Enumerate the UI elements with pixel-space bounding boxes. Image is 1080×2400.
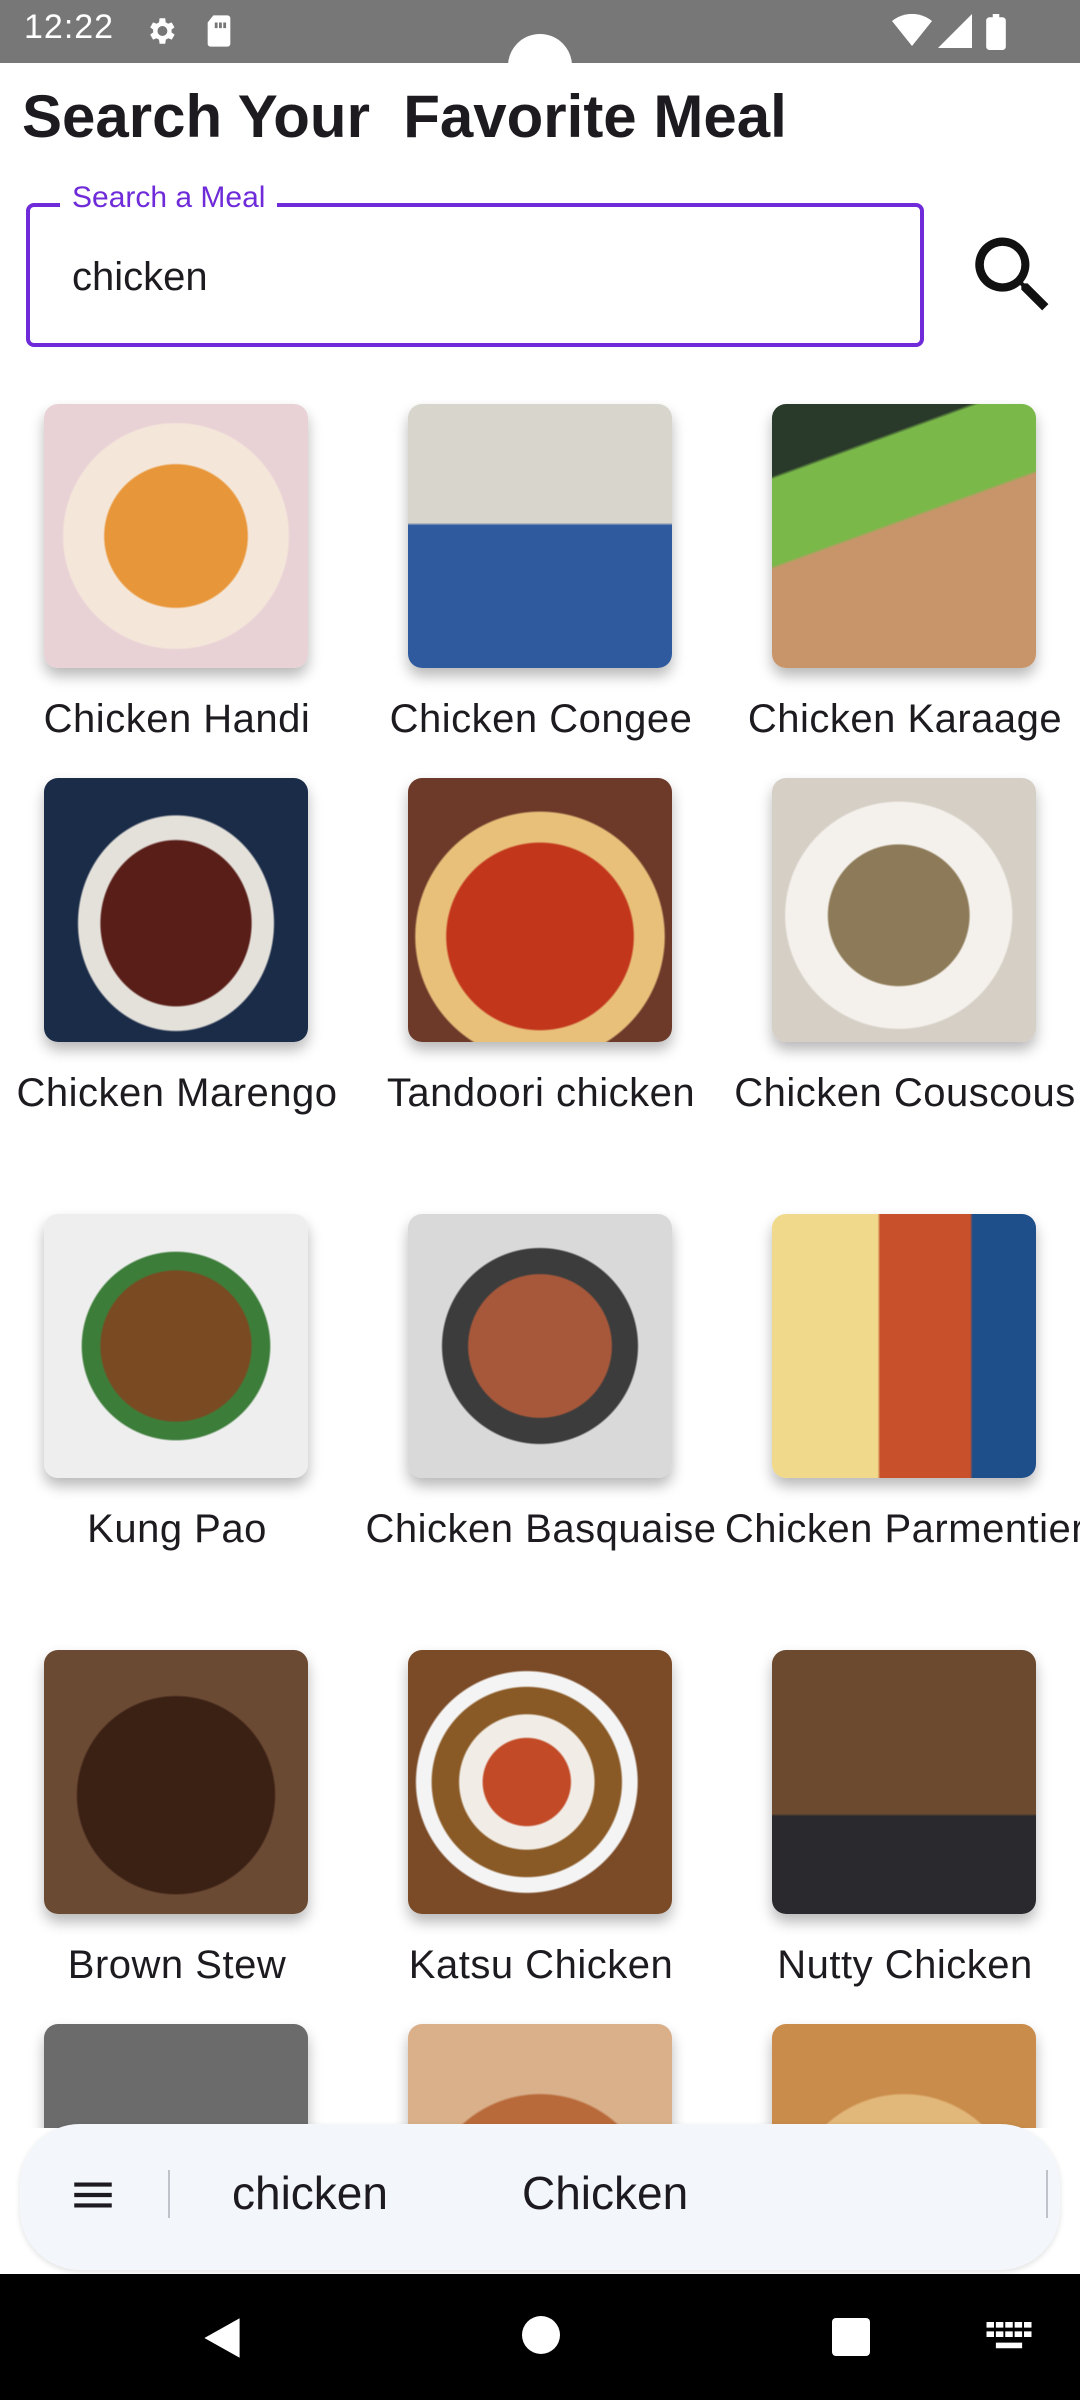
- divider: [168, 2170, 170, 2218]
- meal-name[interactable]: Brown Stew: [0, 1934, 362, 1996]
- status-bar: 12:22: [0, 0, 1080, 70]
- search-input[interactable]: [70, 245, 870, 309]
- search-field-label: Search a Meal: [60, 181, 278, 215]
- meal-image[interactable]: [772, 1650, 1036, 1914]
- page-title: Search Your Favorite Meal: [22, 83, 787, 150]
- meal-image[interactable]: [44, 1214, 308, 1478]
- meal-image[interactable]: [408, 1650, 672, 1914]
- keyboard-suggestion-bar: chicken Chicken: [20, 2124, 1060, 2270]
- meal-name[interactable]: Chicken Handi: [0, 688, 362, 750]
- meal-name[interactable]: Katsu Chicken: [356, 1934, 726, 1996]
- meal-image[interactable]: [772, 2024, 1036, 2128]
- meal-name[interactable]: Tandoori chicken: [356, 1062, 726, 1124]
- status-time: 12:22: [24, 8, 115, 46]
- meal-image[interactable]: [408, 1214, 672, 1478]
- divider: [1046, 2170, 1048, 2218]
- search-button[interactable]: [958, 222, 1068, 332]
- wifi-icon: [892, 13, 932, 53]
- search-icon: [963, 225, 1063, 330]
- meal-image[interactable]: [408, 2024, 672, 2128]
- meal-image[interactable]: [44, 1650, 308, 1914]
- meal-image[interactable]: [772, 404, 1036, 668]
- suggestion-chip[interactable]: Chicken: [522, 2166, 688, 2220]
- system-nav-bar: [0, 2274, 1080, 2400]
- meal-name[interactable]: Chicken Karaage: [720, 688, 1080, 750]
- camera-notch: [508, 34, 572, 70]
- meal-image[interactable]: [44, 778, 308, 1042]
- meal-image[interactable]: [44, 404, 308, 668]
- gear-icon: [144, 14, 178, 53]
- sim-card-icon: [204, 14, 234, 53]
- meal-image[interactable]: [772, 1214, 1036, 1478]
- suggestion-chip[interactable]: chicken: [232, 2166, 388, 2220]
- recents-icon[interactable]: [832, 2318, 870, 2356]
- meal-image[interactable]: [44, 2024, 308, 2128]
- meal-name[interactable]: Chicken Congee: [356, 688, 726, 750]
- meal-image[interactable]: [408, 404, 672, 668]
- battery-icon: [986, 14, 1006, 55]
- meal-name[interactable]: Chicken Couscous: [720, 1062, 1080, 1124]
- meal-grid[interactable]: Chicken Handi Chicken Congee Chicken Kar…: [0, 400, 1080, 2128]
- meal-name[interactable]: Chicken Basquaise: [356, 1498, 726, 1560]
- keyboard-icon[interactable]: [986, 2322, 1032, 2357]
- meal-name[interactable]: Kung Pao: [0, 1498, 362, 1560]
- meal-name[interactable]: Chicken Marengo: [0, 1062, 362, 1124]
- signal-icon: [938, 14, 972, 53]
- search-field[interactable]: Search a Meal: [26, 181, 924, 347]
- meal-name[interactable]: Chicken Parmentier: [720, 1498, 1080, 1560]
- home-icon[interactable]: [522, 2316, 560, 2354]
- menu-icon[interactable]: [68, 2170, 118, 2225]
- meal-image[interactable]: [772, 778, 1036, 1042]
- meal-name[interactable]: Nutty Chicken: [720, 1934, 1080, 1996]
- meal-image[interactable]: [408, 778, 672, 1042]
- back-icon[interactable]: [200, 2316, 244, 2365]
